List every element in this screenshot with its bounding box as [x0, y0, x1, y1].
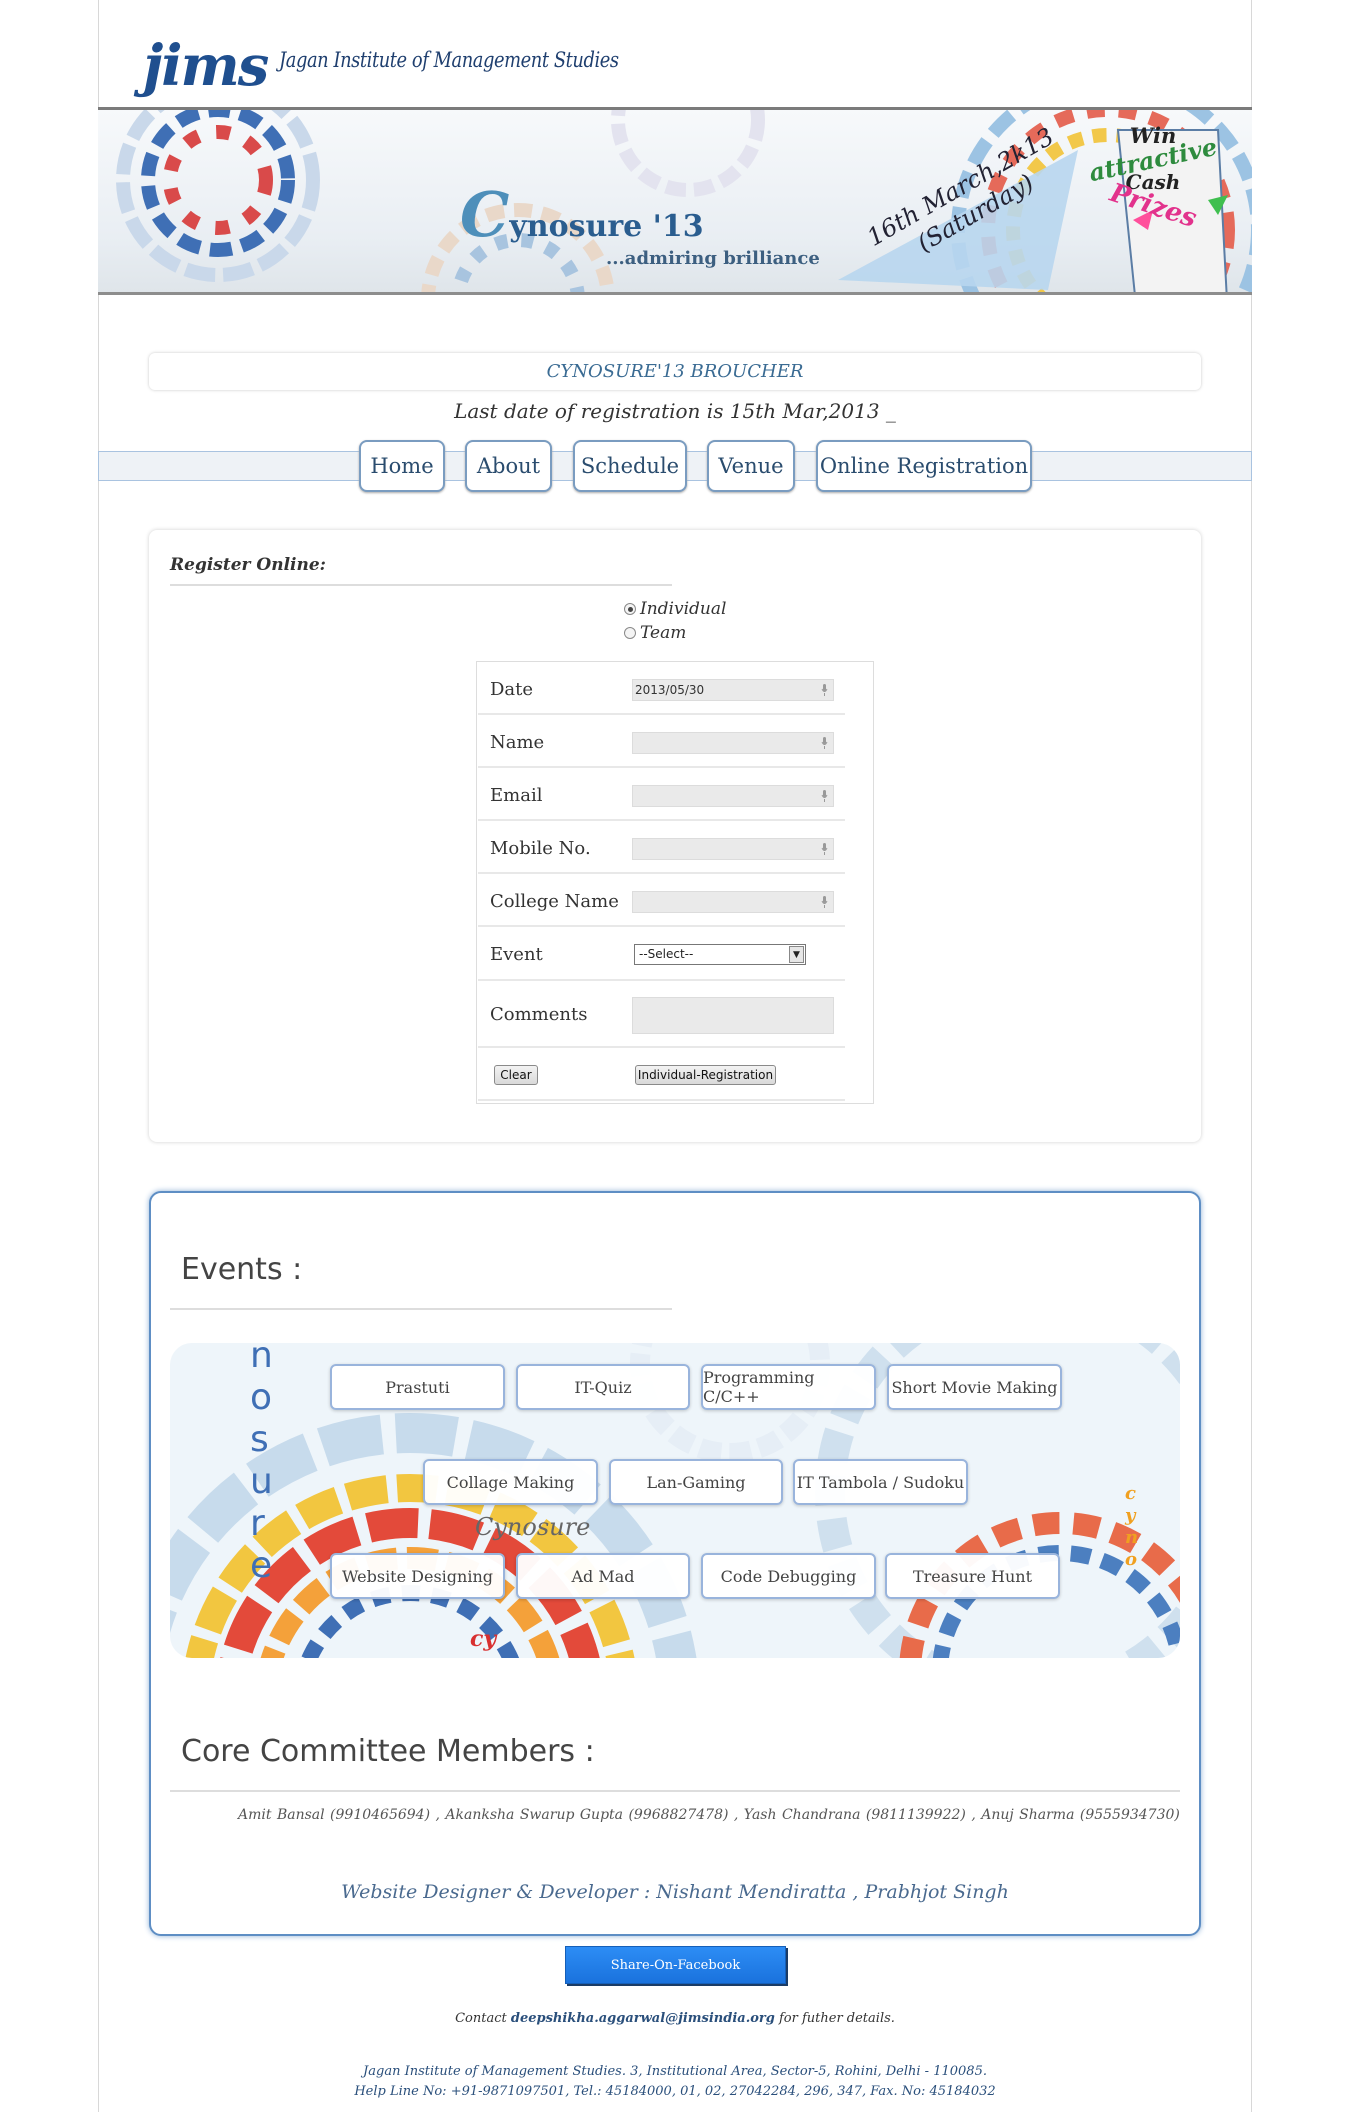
microphone-icon[interactable]: [821, 684, 828, 696]
event-select-value: --Select--: [639, 947, 694, 961]
address-line2: Help Line No: +91-9871097501, Tel.: 4518…: [354, 2084, 996, 2099]
microphone-icon[interactable]: [821, 843, 828, 855]
banner-title: Cynosure '13: [460, 178, 704, 251]
registration-form: [476, 661, 874, 1104]
date-field[interactable]: 2013/05/30: [632, 679, 834, 701]
logo-text: Jagan Institute of Management Studies: [279, 48, 619, 72]
contact-prefix: Contact: [455, 2011, 507, 2026]
event-it-quiz[interactable]: IT-Quiz: [516, 1364, 690, 1410]
last-date-notice: Last date of registration is 15th Mar,20…: [454, 399, 896, 423]
college-field[interactable]: [632, 891, 834, 913]
form-row-divider: [478, 872, 845, 874]
banner-title-cap: C: [460, 178, 510, 251]
header-banner: Cynosure '13 ...admiring brilliance 16th…: [98, 107, 1252, 295]
register-heading: Register Online:: [170, 555, 326, 575]
events-divider: [170, 1308, 672, 1310]
committee-divider: [170, 1790, 1180, 1792]
logo-mark: jims: [143, 33, 269, 99]
event-short-movie-making[interactable]: Short Movie Making: [887, 1364, 1062, 1410]
banner-subtitle: ...admiring brilliance: [606, 248, 820, 269]
form-row-divider: [478, 979, 845, 981]
prize-badge: Win attractive Cash Prizes: [1083, 124, 1223, 234]
clear-button[interactable]: Clear: [494, 1065, 538, 1085]
contact-line: Contact deepshikha.aggarwal@jimsindia.or…: [98, 2011, 1252, 2026]
nav-home[interactable]: Home: [359, 440, 445, 492]
radio-team[interactable]: Team: [624, 623, 686, 643]
radio-team-dot[interactable]: [624, 627, 636, 639]
radio-team-label: Team: [640, 623, 687, 643]
nav-venue[interactable]: Venue: [707, 440, 795, 492]
radio-individual-label: Individual: [640, 599, 727, 619]
comments-textarea[interactable]: [632, 997, 834, 1034]
form-row-divider: [478, 1046, 845, 1048]
event-select[interactable]: --Select-- ▼: [634, 944, 806, 965]
event-lan-gaming[interactable]: Lan-Gaming: [609, 1459, 783, 1505]
contact-email[interactable]: deepshikha.aggarwal@jimsindia.org: [511, 2011, 775, 2026]
register-divider: [170, 584, 672, 586]
event-programming[interactable]: Programming C/C++: [701, 1364, 876, 1410]
nav-schedule[interactable]: Schedule: [573, 440, 687, 492]
form-row-divider: [478, 819, 845, 821]
event-website-designing[interactable]: Website Designing: [330, 1553, 505, 1599]
nav-about[interactable]: About: [465, 440, 552, 492]
name-label: Name: [490, 732, 545, 753]
nav-online-registration[interactable]: Online Registration: [816, 440, 1032, 492]
designer-credit: Website Designer & Developer : Nishant M…: [341, 1881, 1009, 1903]
contact-suffix: for futher details.: [778, 2011, 895, 2026]
date-label: Date: [490, 679, 534, 700]
form-row-divider: [478, 766, 845, 768]
events-vertical-text: nosure: [250, 1343, 273, 1586]
comments-label: Comments: [490, 1004, 588, 1025]
share-facebook-button[interactable]: Share-On-Facebook: [565, 1946, 786, 1984]
form-row-divider: [478, 1099, 845, 1101]
events-backdrop-text: Cynosure: [475, 1513, 591, 1541]
event-collage-making[interactable]: Collage Making: [423, 1459, 598, 1505]
footer-address: Jagan Institute of Management Studies. 3…: [98, 2062, 1252, 2102]
committee-title: Core Committee Members :: [181, 1734, 595, 1769]
event-code-debugging[interactable]: Code Debugging: [701, 1553, 876, 1599]
event-it-tambola-sudoku[interactable]: IT Tambola / Sudoku: [793, 1459, 968, 1505]
event-ad-mad[interactable]: Ad Mad: [516, 1553, 690, 1599]
date-value: 2013/05/30: [635, 683, 705, 697]
microphone-icon[interactable]: [821, 790, 828, 802]
individual-registration-button[interactable]: Individual-Registration: [635, 1065, 776, 1085]
broucher-link[interactable]: CYNOSURE'13 BROUCHER: [149, 353, 1201, 390]
form-row-divider: [478, 925, 845, 927]
mobile-field[interactable]: [632, 838, 834, 860]
events-title: Events :: [181, 1252, 303, 1287]
mobile-label: Mobile No.: [490, 838, 591, 859]
college-label: College Name: [490, 891, 619, 912]
banner-title-rest: ynosure '13: [509, 209, 704, 244]
form-row-divider: [478, 713, 845, 715]
microphone-icon[interactable]: [821, 896, 828, 908]
name-field[interactable]: [632, 732, 834, 754]
event-treasure-hunt[interactable]: Treasure Hunt: [885, 1553, 1060, 1599]
microphone-icon[interactable]: [821, 737, 828, 749]
radio-individual[interactable]: Individual: [624, 599, 726, 619]
email-field[interactable]: [632, 785, 834, 807]
event-label: Event: [490, 944, 543, 965]
email-label: Email: [490, 785, 543, 806]
chevron-down-icon[interactable]: ▼: [789, 946, 804, 963]
site-logo[interactable]: jims Jagan Institute of Management Studi…: [143, 20, 679, 98]
address-line1: Jagan Institute of Management Studies. 3…: [363, 2064, 987, 2079]
events-corner-text: cy: [470, 1626, 497, 1652]
radio-individual-dot[interactable]: [624, 603, 636, 615]
event-prastuti[interactable]: Prastuti: [330, 1364, 505, 1410]
events-vertical-small: cyno: [1125, 1483, 1139, 1570]
committee-members: Amit Bansal (9910465694) , Akanksha Swar…: [238, 1807, 1180, 1823]
